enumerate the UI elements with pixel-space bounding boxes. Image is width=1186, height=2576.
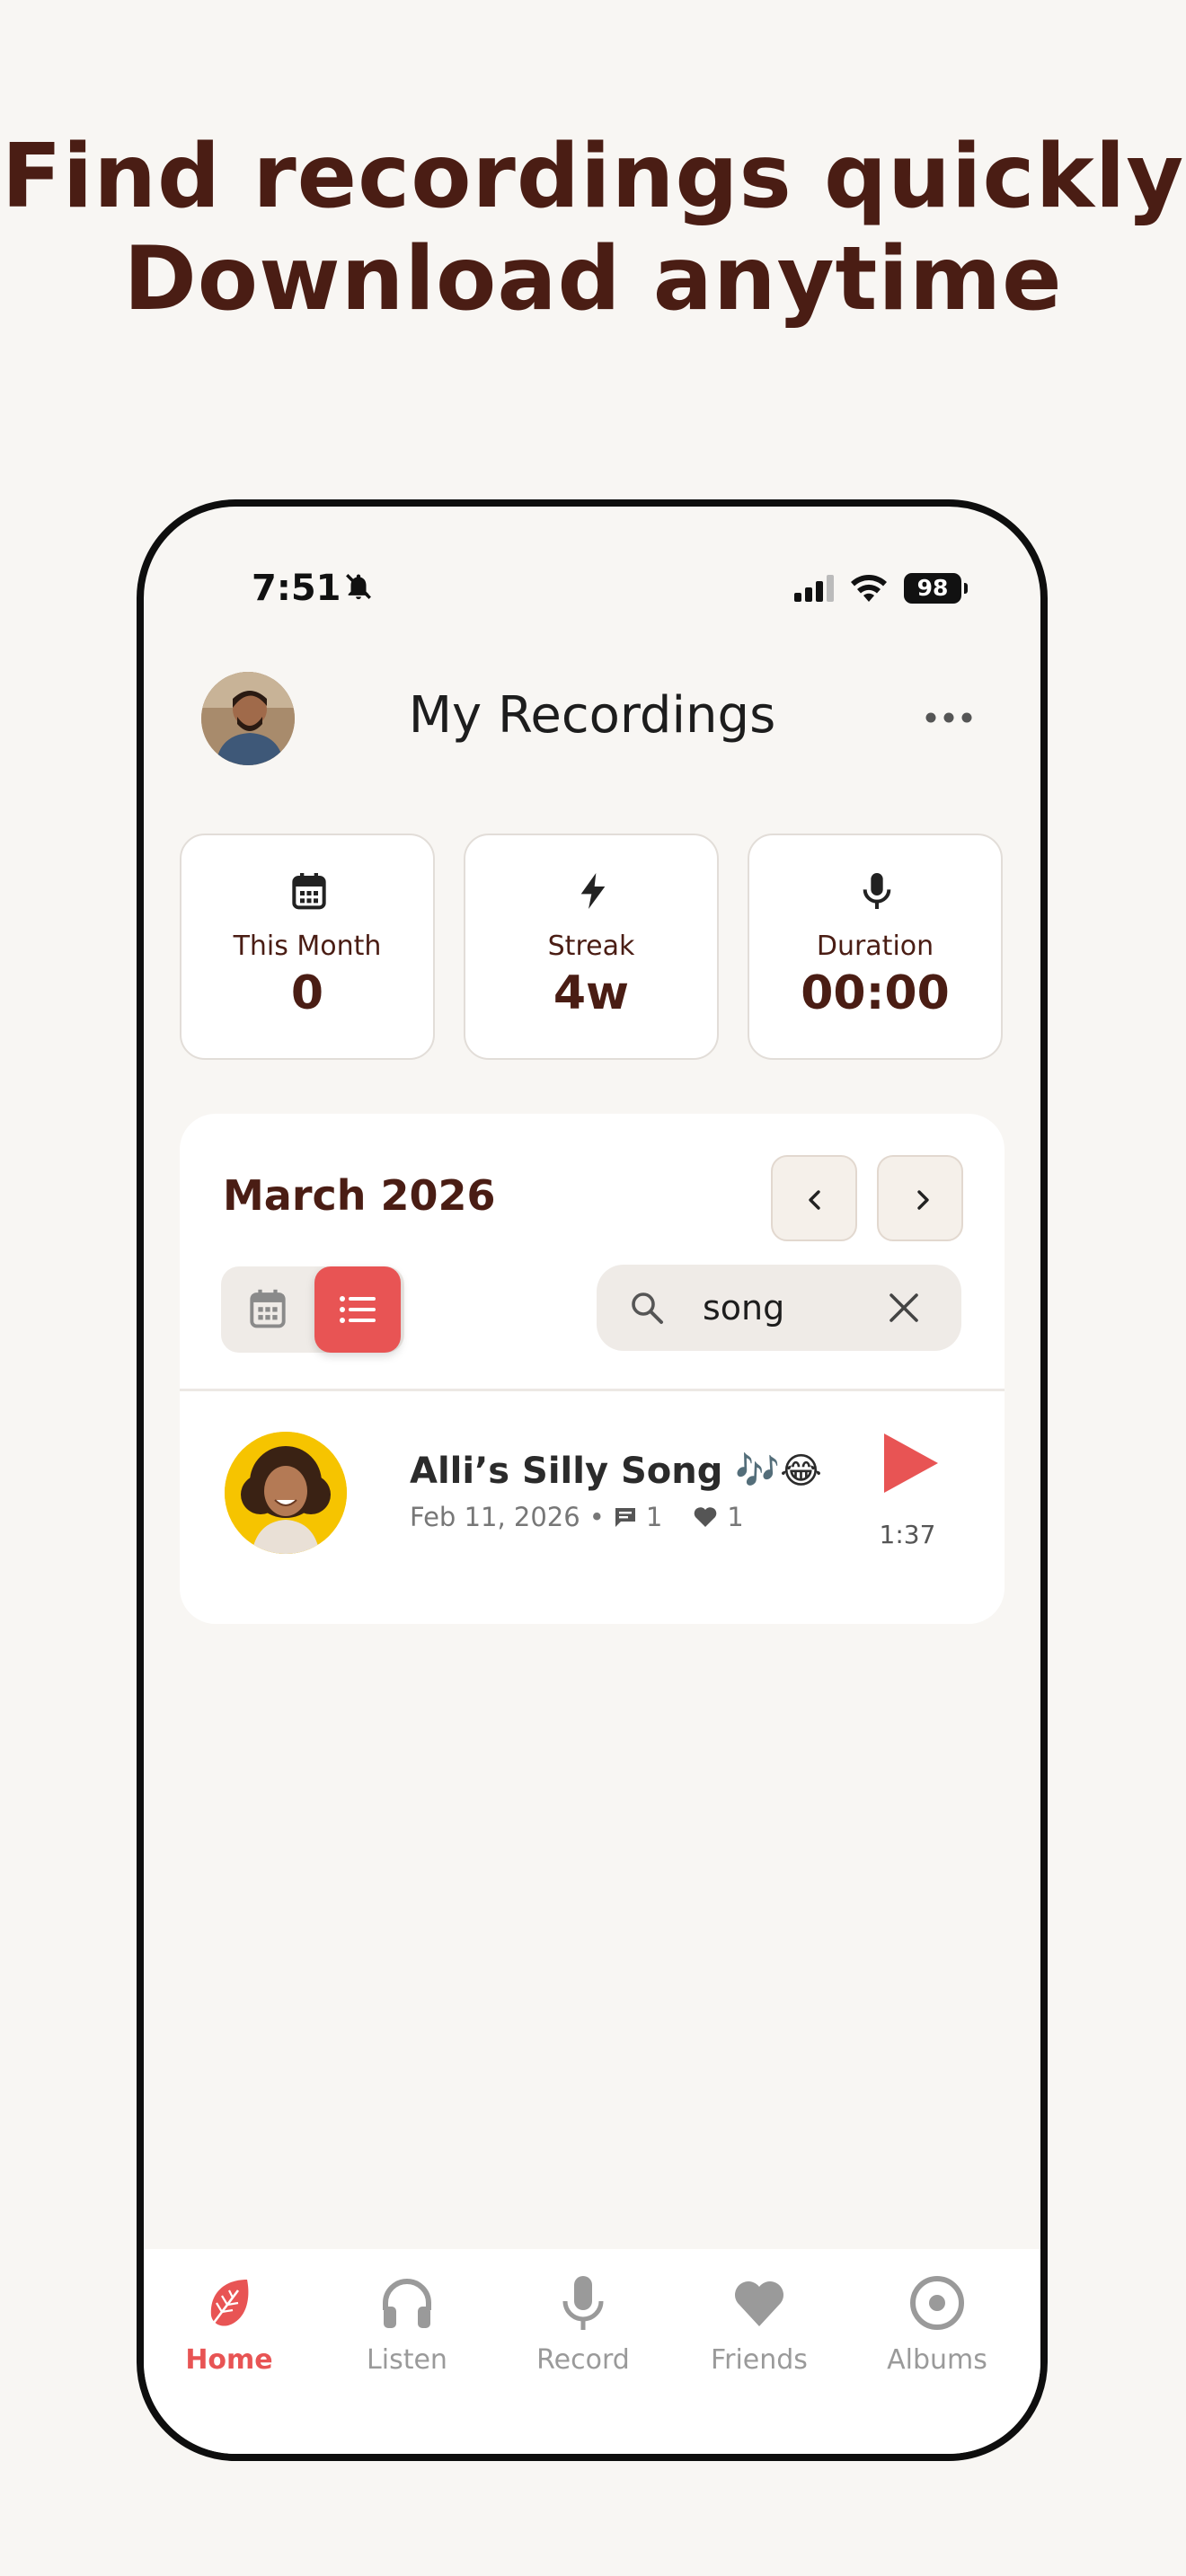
lightning-icon [580, 873, 606, 909]
heart-icon [694, 1507, 717, 1527]
list-view-button[interactable] [314, 1266, 401, 1353]
search-field[interactable]: song [597, 1265, 961, 1351]
search-input[interactable]: song [703, 1288, 784, 1328]
tab-label: Friends [711, 2344, 808, 2376]
tab-record[interactable]: Record [498, 2274, 668, 2376]
month-title: March 2026 [223, 1171, 496, 1220]
stat-value: 00:00 [801, 966, 950, 1020]
child-photo [225, 1432, 347, 1554]
recording-thumbnail [225, 1432, 347, 1554]
like-count: 1 [727, 1502, 744, 1532]
view-toggle [221, 1266, 404, 1353]
app-screen: 7:51 98 My Recordings This Month 0 Strea… [144, 507, 1040, 2454]
battery-indicator: 98 [904, 573, 968, 604]
wifi-icon [851, 575, 887, 602]
divider [180, 1389, 1005, 1391]
comment-count: 1 [645, 1502, 663, 1532]
stat-card-streak: Streak 4w [464, 834, 719, 1060]
recording-date: Feb 11, 2026 [410, 1502, 580, 1532]
signal-icon [794, 575, 834, 602]
meta-separator: • [589, 1502, 605, 1532]
calendar-icon [292, 873, 326, 910]
stat-card-this-month: This Month 0 [180, 834, 435, 1060]
tab-label: Listen [367, 2344, 447, 2376]
recording-row[interactable]: Alli’s Silly Song 🎶😂 Feb 11, 2026 • 1 1 … [180, 1392, 1005, 1624]
list-icon [340, 1296, 376, 1323]
tab-albums[interactable]: Albums [852, 2274, 1022, 2376]
album-icon [910, 2276, 964, 2330]
stat-label: This Month [233, 931, 382, 962]
play-icon[interactable] [881, 1432, 940, 1495]
headline: Find recordings quickly Download anytime [0, 126, 1186, 331]
phone-frame: 7:51 98 My Recordings This Month 0 Strea… [137, 499, 1048, 2461]
recordings-card: March 2026 song Alli’s Silly Song 🎶😂 Feb… [180, 1114, 1005, 1624]
calendar-view-icon[interactable] [248, 1288, 288, 1329]
chevron-left-icon [809, 1190, 820, 1210]
headphones-icon [383, 2279, 431, 2328]
tab-label: Albums [887, 2344, 987, 2376]
tab-home[interactable]: Home [144, 2274, 314, 2376]
clear-search-icon[interactable] [888, 1292, 920, 1324]
tab-label: Home [185, 2344, 273, 2376]
comment-icon [615, 1508, 635, 1527]
recording-meta: Feb 11, 2026 • 1 1 [410, 1502, 744, 1532]
recording-title: Alli’s Silly Song 🎶😂 [410, 1451, 822, 1492]
headline-line-1: Find recordings quickly [1, 126, 1185, 228]
tab-bar: Home Listen Record Friends Albums [144, 2249, 1040, 2454]
headline-line-2: Download anytime [123, 228, 1063, 331]
microphone-icon [562, 2276, 604, 2330]
stat-label: Streak [547, 931, 635, 962]
tab-listen[interactable]: Listen [322, 2274, 492, 2376]
search-icon [632, 1292, 663, 1324]
previous-month-button[interactable] [771, 1155, 857, 1241]
stat-card-duration: Duration 00:00 [748, 834, 1003, 1060]
tab-friends[interactable]: Friends [674, 2274, 845, 2376]
bell-off-icon [346, 574, 371, 600]
stat-value: 0 [290, 966, 324, 1020]
next-month-button[interactable] [877, 1155, 963, 1241]
page-title: My Recordings [408, 686, 776, 745]
tab-label: Record [536, 2344, 630, 2376]
status-time: 7:51 [252, 568, 341, 609]
chevron-right-icon [917, 1190, 929, 1210]
microphone-icon [863, 873, 891, 909]
leaf-icon [209, 2280, 249, 2327]
stat-label: Duration [816, 931, 934, 962]
recording-duration: 1:37 [879, 1520, 936, 1549]
stat-value: 4w [553, 966, 630, 1020]
heart-icon [735, 2281, 783, 2326]
more-options-icon[interactable] [922, 704, 976, 731]
